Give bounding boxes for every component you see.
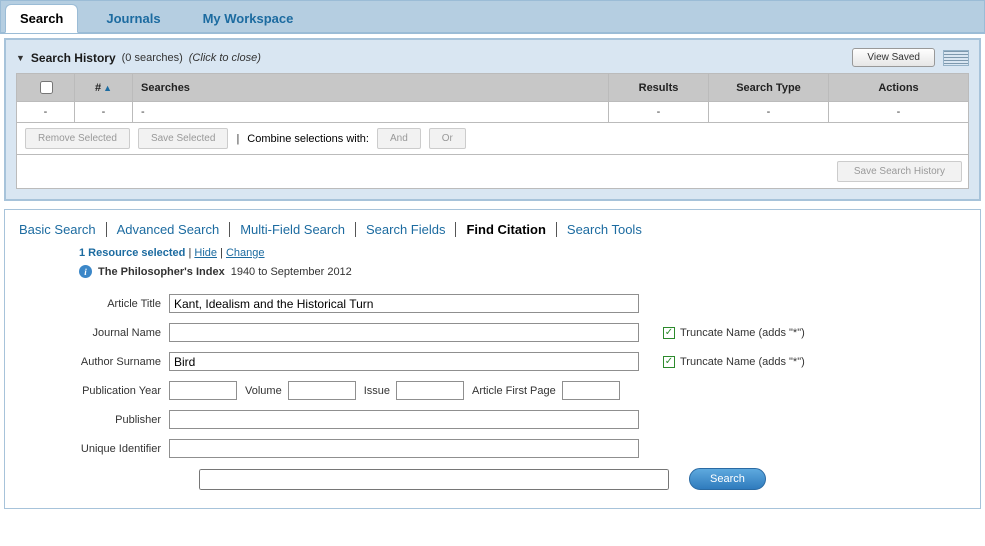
issue-label: Issue: [364, 385, 390, 397]
publication-year-label: Publication Year: [49, 385, 169, 397]
subtab-search-fields[interactable]: Search Fields: [355, 222, 455, 237]
select-all-checkbox[interactable]: [40, 81, 53, 94]
truncate-author-checkbox[interactable]: [663, 356, 675, 368]
search-sub-tabs: Basic Search Advanced Search Multi-Field…: [19, 222, 966, 237]
subtab-advanced-search[interactable]: Advanced Search: [106, 222, 230, 237]
journal-name-input[interactable]: [169, 323, 639, 342]
search-button[interactable]: Search: [689, 468, 766, 490]
search-history-count: (0 searches): [122, 52, 183, 64]
subtab-basic-search[interactable]: Basic Search: [19, 222, 106, 237]
tab-journals[interactable]: Journals: [92, 5, 174, 32]
resource-summary: 1 Resource selected | Hide | Change: [79, 247, 966, 259]
truncate-journal-checkbox[interactable]: [663, 327, 675, 339]
journal-name-label: Journal Name: [49, 327, 169, 339]
first-page-input[interactable]: [562, 381, 620, 400]
subtab-find-citation[interactable]: Find Citation: [455, 222, 555, 237]
col-actions: Actions: [829, 74, 969, 102]
unique-identifier-label: Unique Identifier: [49, 443, 169, 455]
find-citation-form: Article Title Journal Name Truncate Name…: [49, 294, 966, 490]
col-searches[interactable]: Searches: [133, 74, 609, 102]
search-panel: Basic Search Advanced Search Multi-Field…: [4, 209, 981, 509]
publisher-label: Publisher: [49, 414, 169, 426]
publication-year-input[interactable]: [169, 381, 237, 400]
change-link[interactable]: Change: [226, 247, 265, 259]
volume-input[interactable]: [288, 381, 356, 400]
combine-and-button[interactable]: And: [377, 128, 421, 149]
search-history-table: #▲ Searches Results Search Type Actions …: [16, 73, 969, 189]
collapse-caret-icon[interactable]: ▼: [16, 53, 25, 63]
volume-label: Volume: [245, 385, 282, 397]
article-title-label: Article Title: [49, 298, 169, 310]
combine-or-button[interactable]: Or: [429, 128, 466, 149]
tab-my-workspace[interactable]: My Workspace: [189, 5, 308, 32]
col-number[interactable]: #▲: [75, 74, 133, 102]
drag-handle-icon[interactable]: [943, 50, 969, 66]
col-results[interactable]: Results: [609, 74, 709, 102]
subtab-multi-field-search[interactable]: Multi-Field Search: [229, 222, 355, 237]
author-surname-label: Author Surname: [49, 356, 169, 368]
doi-input[interactable]: [199, 469, 669, 490]
author-surname-input[interactable]: [169, 352, 639, 371]
view-saved-button[interactable]: View Saved: [852, 48, 935, 67]
search-history-panel: ▼ Search History (0 searches) (Click to …: [4, 38, 981, 201]
col-search-type[interactable]: Search Type: [709, 74, 829, 102]
hide-link[interactable]: Hide: [194, 247, 217, 259]
info-icon[interactable]: i: [79, 265, 92, 278]
subtab-search-tools[interactable]: Search Tools: [556, 222, 652, 237]
combine-divider: |: [236, 133, 239, 145]
database-range: 1940 to September 2012: [231, 266, 352, 278]
article-title-input[interactable]: [169, 294, 639, 313]
table-row: - - - - - -: [17, 102, 969, 123]
sort-asc-icon: ▲: [103, 83, 112, 93]
first-page-label: Article First Page: [472, 385, 556, 397]
truncate-journal-label: Truncate Name (adds "*"): [680, 327, 805, 339]
database-name: The Philosopher's Index: [98, 266, 225, 278]
search-history-hint: (Click to close): [189, 52, 261, 64]
search-history-title[interactable]: Search History: [31, 51, 116, 65]
truncate-author-label: Truncate Name (adds "*"): [680, 356, 805, 368]
remove-selected-button[interactable]: Remove Selected: [25, 128, 130, 149]
main-tab-bar: Search Journals My Workspace: [0, 0, 985, 34]
issue-input[interactable]: [396, 381, 464, 400]
unique-identifier-input[interactable]: [169, 439, 639, 458]
save-search-history-button[interactable]: Save Search History: [837, 161, 962, 182]
combine-label: Combine selections with:: [247, 133, 369, 145]
publisher-input[interactable]: [169, 410, 639, 429]
tab-search[interactable]: Search: [5, 4, 78, 33]
save-selected-button[interactable]: Save Selected: [138, 128, 229, 149]
